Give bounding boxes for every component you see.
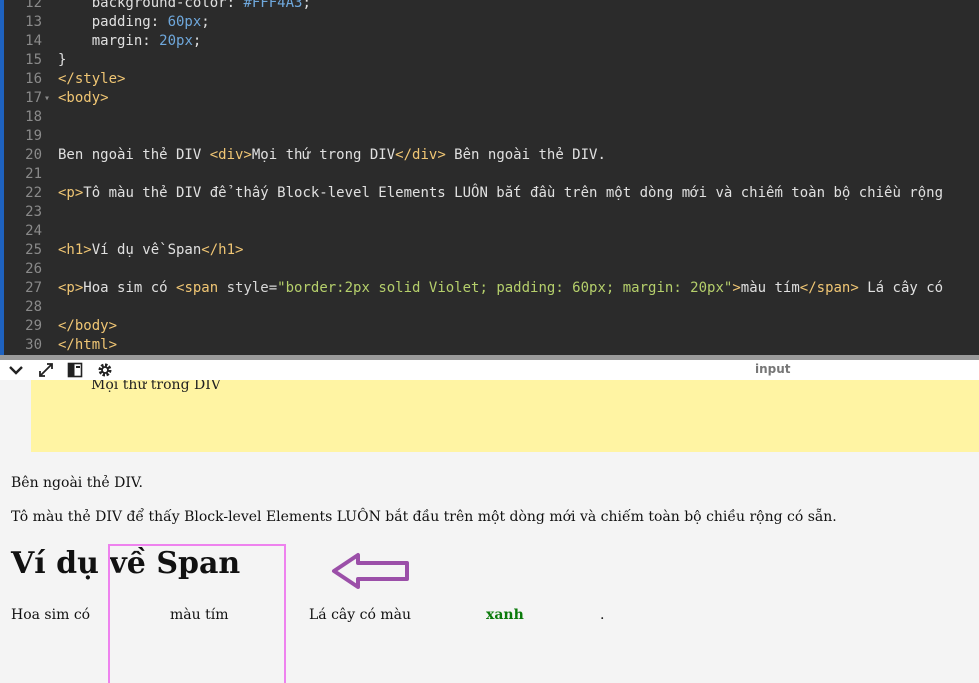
line-number: 26 [25, 261, 42, 277]
code-text: Ben ngoài thẻ DIV <div>Mọi thứ trong DIV… [58, 147, 606, 163]
code-line[interactable]: 17 ▾ <body> [0, 89, 979, 108]
code-line[interactable]: 18 [0, 108, 979, 127]
preview-toolbar: input [0, 360, 979, 380]
div-text: Mọi thứ trong DIV [91, 380, 221, 393]
line-number: 21 [25, 166, 42, 182]
line-end-dot: . [600, 607, 605, 623]
toolbar-label: input [755, 362, 791, 376]
paragraph-text: Tô màu thẻ DIV để thấy Block-level Eleme… [11, 509, 837, 525]
code-text: } [58, 52, 67, 68]
line-text-start: Hoa sim có [11, 607, 91, 623]
chevron-down-icon[interactable] [8, 362, 24, 378]
span-text: màu tím [170, 607, 229, 623]
code-text: <h1>Ví dụ về Span</h1> [58, 242, 244, 258]
code-line[interactable]: 16 </style> [0, 70, 979, 89]
code-text: </style> [58, 71, 126, 87]
code-text: margin: 20px; [58, 33, 202, 49]
code-line[interactable]: 25 <h1>Ví dụ về Span</h1> [0, 241, 979, 260]
code-line[interactable]: 27 <p>Hoa sim có <span style="border:2px … [0, 279, 979, 298]
line-number: 14 [25, 33, 42, 49]
green-text: xanh [486, 607, 524, 623]
code-line[interactable]: 24 [0, 222, 979, 241]
outside-div-text: Bên ngoài thẻ DIV. [11, 475, 143, 491]
line-number: 27 [25, 280, 42, 296]
fold-arrow-icon[interactable]: ▾ [44, 89, 50, 108]
code-line[interactable]: 13 padding: 60px; [0, 13, 979, 32]
code-text: <p>Hoa sim có <span style="border:2px so… [58, 280, 944, 296]
line-number: 29 [25, 318, 42, 334]
line-number: 15 [25, 52, 42, 68]
code-text: <body> [58, 90, 109, 106]
line-number: 24 [25, 223, 42, 239]
line-number: 18 [25, 109, 42, 125]
code-text: <p>Tô màu thẻ DIV để thấy Block-level El… [58, 185, 944, 201]
line-text-middle: Lá cây có màu [309, 607, 411, 623]
code-line[interactable]: 28 [0, 298, 979, 317]
code-line[interactable]: 15} [0, 51, 979, 70]
code-text: </html> [58, 337, 118, 353]
arrow-left-icon [330, 552, 412, 594]
line-number: 13 [25, 14, 42, 30]
code-line[interactable]: 30 </html> [0, 336, 979, 355]
code-editor[interactable]: 12 background-color: #FFF4A3; 13 padding:… [0, 0, 979, 355]
line-number: 22 [25, 185, 42, 201]
line-number: 30 [25, 337, 42, 353]
code-line[interactable]: 29 </body> [0, 317, 979, 336]
code-line[interactable]: 22 <p>Tô màu thẻ DIV để thấy Block-level … [0, 184, 979, 203]
line-number: 23 [25, 204, 42, 220]
code-line[interactable]: 19 [0, 127, 979, 146]
line-number: 28 [25, 299, 42, 315]
line-number: 17 [25, 90, 42, 106]
line-number: 20 [25, 147, 42, 163]
code-line[interactable]: 26 [0, 260, 979, 279]
code-line[interactable]: 14 margin: 20px; [0, 32, 979, 51]
line-number: 12 [25, 0, 42, 11]
code-text: padding: 60px; [58, 14, 210, 30]
code-line[interactable]: 12 background-color: #FFF4A3; [0, 0, 979, 13]
layout-icon[interactable] [67, 362, 83, 378]
line-number: 19 [25, 128, 42, 144]
code-line[interactable]: 20 Ben ngoài thẻ DIV <div>Mọi thứ trong D… [0, 146, 979, 165]
expand-icon[interactable] [38, 362, 54, 378]
code-text: background-color: #FFF4A3; [58, 0, 311, 11]
code-text: </body> [58, 318, 118, 334]
code-line[interactable]: 21 [0, 165, 979, 184]
gear-icon[interactable] [97, 362, 113, 378]
line-number: 25 [25, 242, 42, 258]
line-number: 16 [25, 71, 42, 87]
preview-pane: Mọi thứ trong DIV Bên ngoài thẻ DIV. Tô … [0, 380, 979, 683]
code-line[interactable]: 23 [0, 203, 979, 222]
